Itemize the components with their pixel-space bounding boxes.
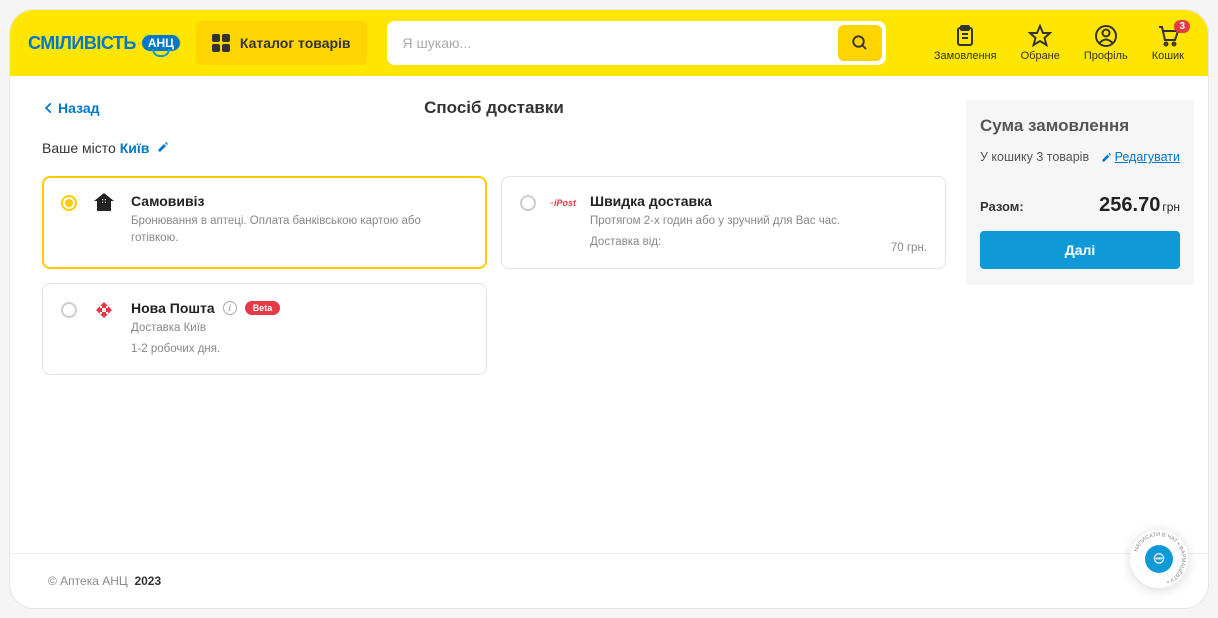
city-prefix: Ваше місто [42,140,120,156]
nav-cart[interactable]: 3 Кошик [1152,24,1184,62]
fast-title: Швидка доставка [590,193,927,209]
delivery-option-pickup[interactable]: Самовивіз Бронювання в аптеці. Оплата ба… [42,176,487,269]
total-value: 256.70грн [1099,194,1180,217]
pencil-icon [1101,152,1112,163]
total-label: Разом: [980,199,1024,214]
footer-year: 2023 [134,574,161,588]
pickup-desc: Бронювання в аптеці. Оплата банківською … [131,213,468,248]
pencil-icon [157,141,169,153]
radio-unselected [61,302,77,318]
header: СМІЛИВІСТЬ АНЦ Каталог товарів Замовленн… [10,10,1208,76]
grid-icon [212,34,230,52]
cart-count-row: У кошику 3 товарів Редагувати [980,150,1180,164]
footer-text: © Аптека АНЦ [48,574,128,588]
nav-profile-label: Профіль [1084,50,1128,62]
catalog-label: Каталог товарів [240,35,351,51]
user-icon [1094,24,1118,48]
catalog-button[interactable]: Каталог товарів [196,21,367,65]
cart-badge: 3 [1174,20,1190,33]
np-title: Нова Пошта [131,300,215,316]
logo-badge: АНЦ [142,35,180,51]
cart-count-text: У кошику 3 товарів [980,150,1089,164]
home-icon [91,192,117,214]
footer: © Аптека АНЦ 2023 [10,553,1208,608]
novaposhta-icon [91,299,117,321]
nav-orders-label: Замовлення [934,50,997,62]
delivery-option-fast[interactable]: iPost Швидка доставка Протягом 2-х годин… [501,176,946,269]
chat-ring-text: НАПИСАТИ В ЧАТ • ФАРМАЦЕВТУ • [1130,530,1188,588]
nav-icons: Замовлення Обране Профіль 3 Кошик [934,24,1184,62]
order-summary: Сума замовлення У кошику 3 товарів Редаг… [966,100,1194,285]
logo[interactable]: СМІЛИВІСТЬ АНЦ [28,33,180,54]
content: Назад Спосіб доставки Ваше місто Київ Са [10,76,1208,375]
card-body: Нова Пошта i Beta Доставка Київ 1-2 робо… [131,300,468,359]
edit-cart-link[interactable]: Редагувати [1101,150,1180,164]
ipost-brand: iPost [554,198,576,208]
nav-favorites[interactable]: Обране [1021,24,1060,62]
summary-title: Сума замовлення [980,116,1180,136]
total-row: Разом: 256.70грн [980,178,1180,217]
back-label: Назад [58,100,100,116]
nav-orders[interactable]: Замовлення [934,24,997,62]
next-button[interactable]: Далі [980,231,1180,269]
city-link[interactable]: Київ [120,140,150,156]
currency: грн [1162,200,1180,214]
total-amount: 256.70 [1099,194,1160,216]
fast-price: 70 грн. [891,242,927,254]
np-title-row: Нова Пошта i Beta [131,300,468,316]
nav-cart-label: Кошик [1152,50,1184,62]
card-body: Самовивіз Бронювання в аптеці. Оплата ба… [131,193,468,248]
radio-selected [61,195,77,211]
nav-favorites-label: Обране [1021,50,1060,62]
city-row: Ваше місто Київ [42,140,946,156]
np-desc2: 1-2 робочих дня. [131,341,468,358]
app-frame: СМІЛИВІСТЬ АНЦ Каталог товарів Замовленн… [10,10,1208,608]
delivery-option-novaposhta[interactable]: Нова Пошта i Beta Доставка Київ 1-2 робо… [42,283,487,376]
pickup-title: Самовивіз [131,193,468,209]
star-icon [1028,24,1052,48]
search-icon [851,34,869,52]
chevron-left-icon [42,101,56,115]
edit-label: Редагувати [1115,150,1180,164]
nav-profile[interactable]: Профіль [1084,24,1128,62]
search-button[interactable] [838,25,882,61]
ipost-icon: iPost [550,192,576,214]
main-column: Назад Спосіб доставки Ваше місто Київ Са [42,100,946,375]
search-input[interactable] [387,21,834,65]
delivery-options: Самовивіз Бронювання в аптеці. Оплата ба… [42,176,946,375]
fast-from: Доставка від: [590,234,927,251]
card-body: Швидка доставка Протягом 2-х годин або у… [590,193,927,252]
fast-desc: Протягом 2-х годин або у зручний для Вас… [590,213,927,230]
chat-widget[interactable]: НАПИСАТИ В ЧАТ • ФАРМАЦЕВТУ • [1130,530,1188,588]
page-title: Спосіб доставки [42,98,946,118]
svg-text:НАПИСАТИ В ЧАТ • ФАРМАЦЕВТУ •: НАПИСАТИ В ЧАТ • ФАРМАЦЕВТУ • [1133,532,1186,585]
beta-badge: Beta [245,301,281,315]
info-icon[interactable]: i [223,301,237,315]
radio-unselected [520,195,536,211]
np-desc1: Доставка Київ [131,320,468,337]
search-bar [387,21,886,65]
clipboard-icon [953,24,977,48]
logo-text: СМІЛИВІСТЬ [28,33,136,54]
edit-city-button[interactable] [157,140,169,156]
